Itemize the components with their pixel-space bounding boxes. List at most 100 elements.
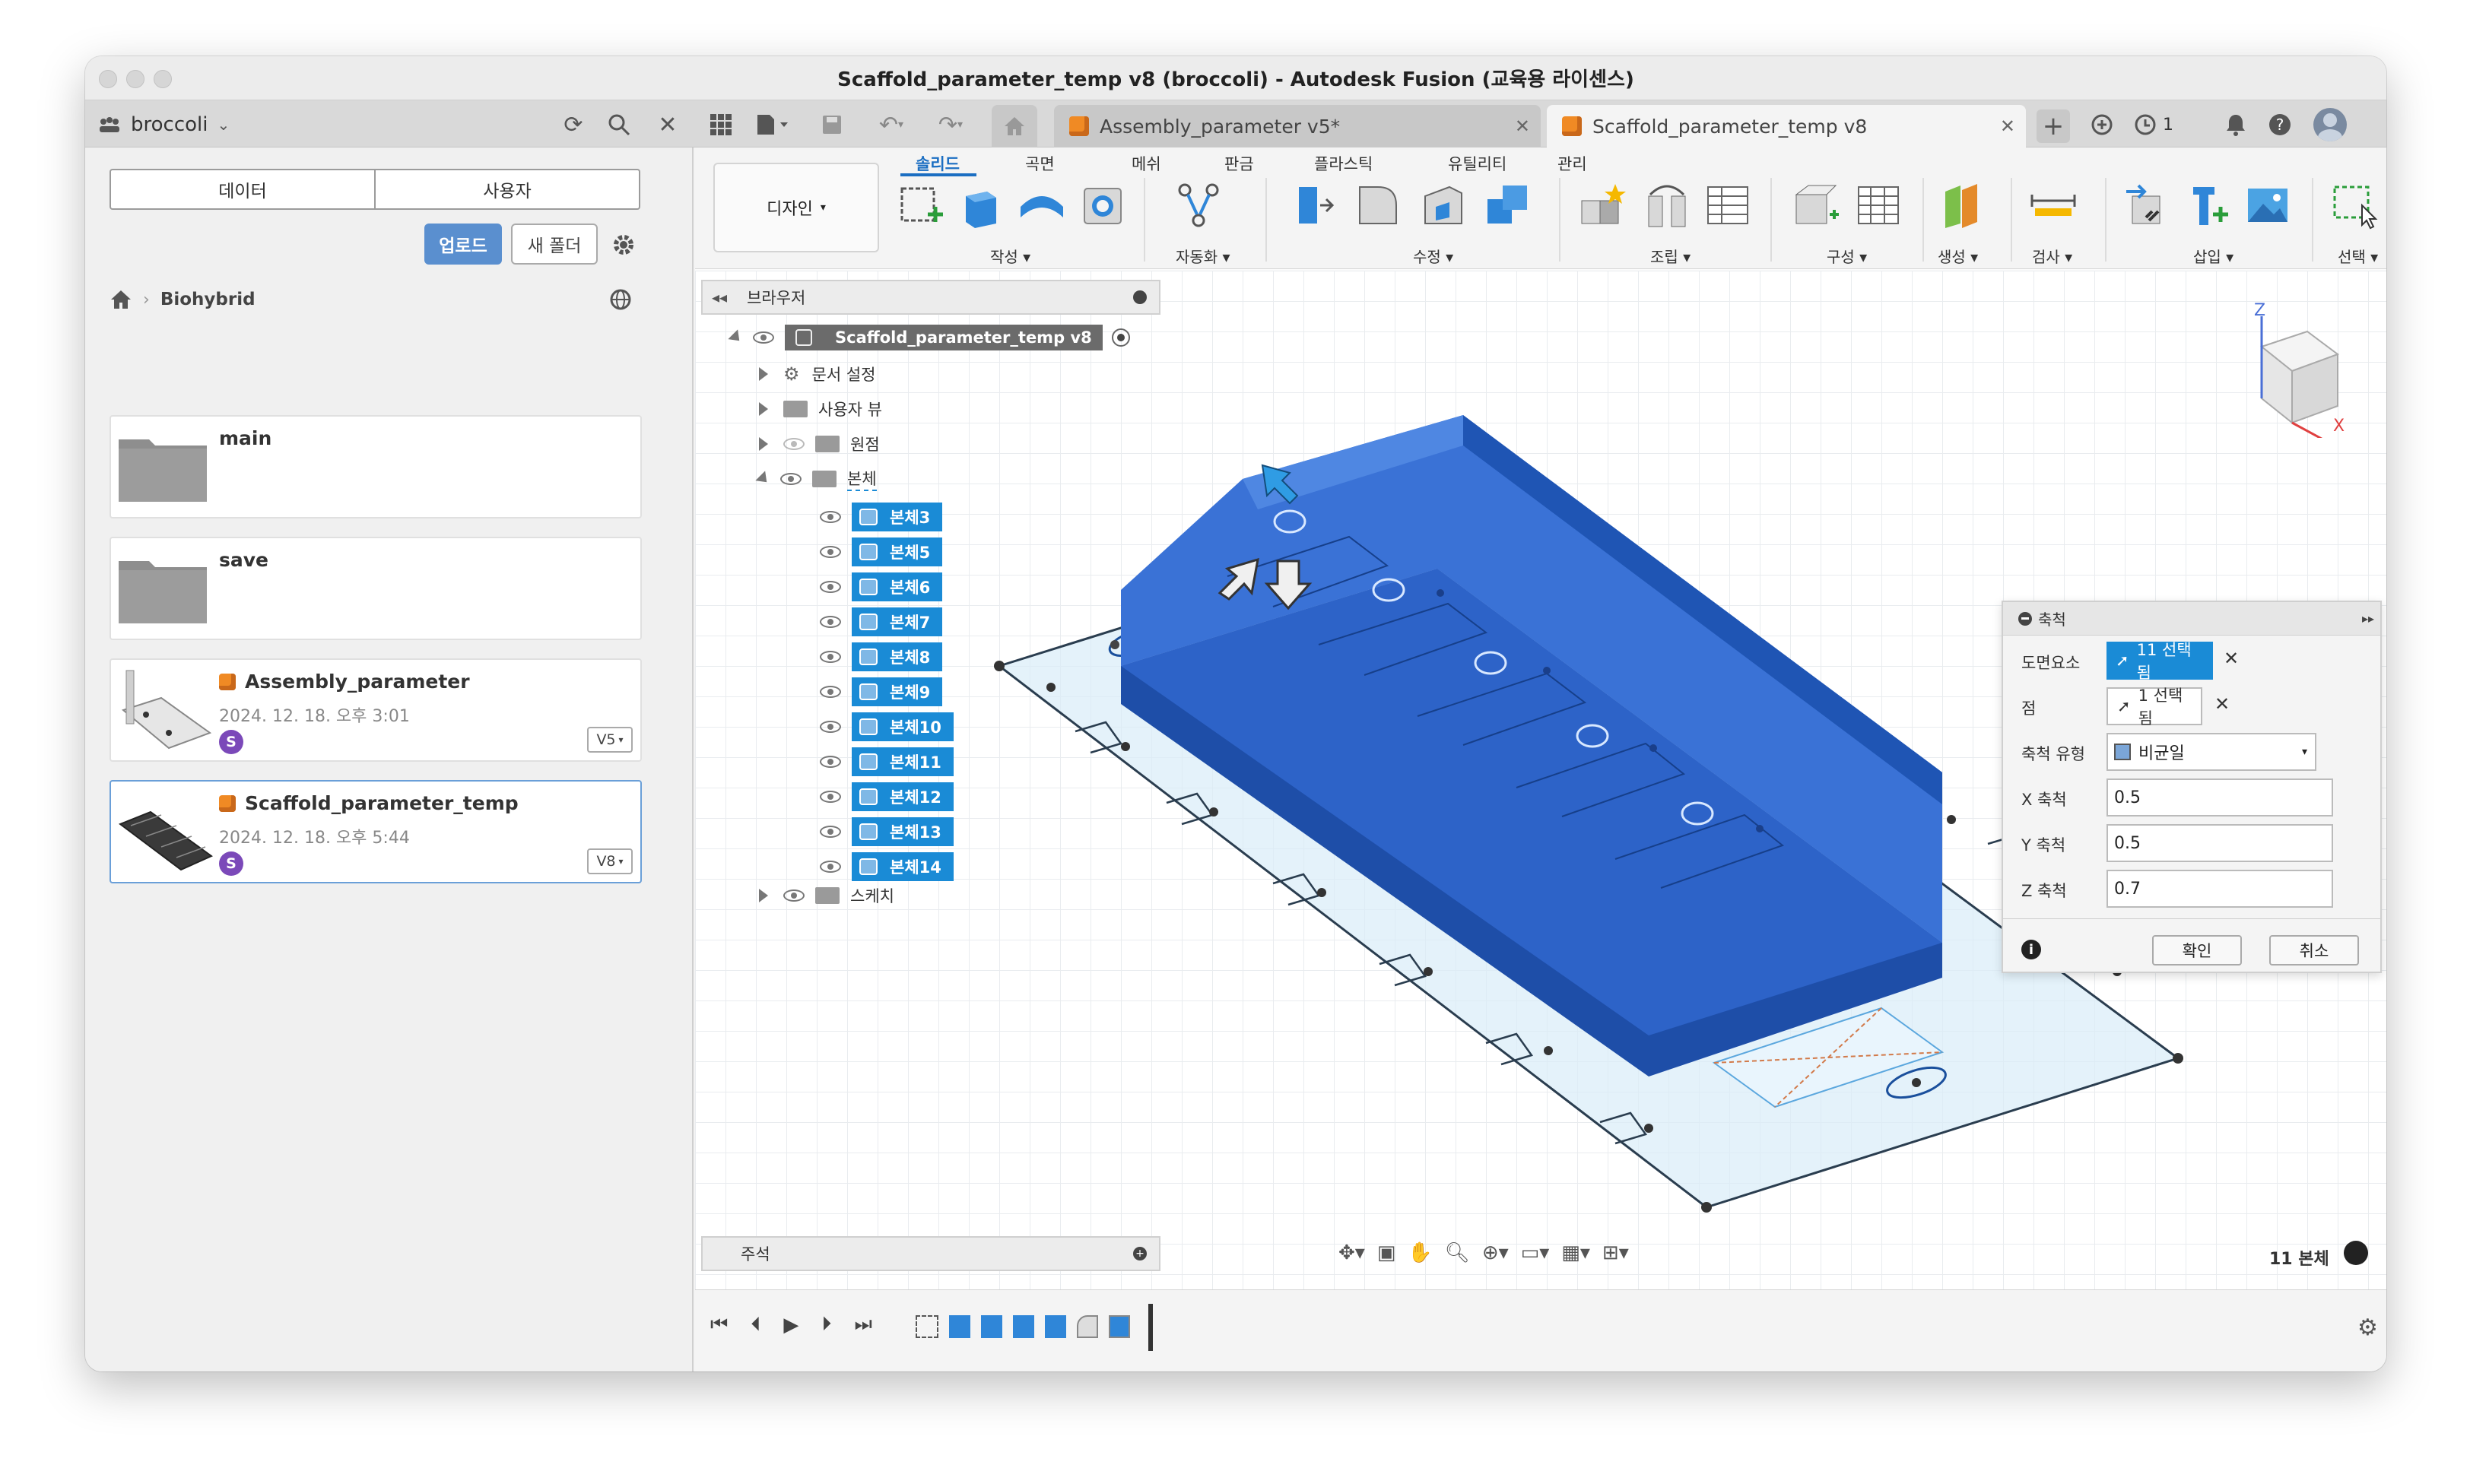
search-icon[interactable]	[602, 108, 636, 141]
file-card-assembly[interactable]: Assembly_parameter 2024. 12. 18. 오후 3:01…	[110, 658, 642, 762]
timeline-extrude-icon[interactable]	[1013, 1315, 1034, 1338]
look-at-icon[interactable]: ▣	[1377, 1241, 1396, 1264]
fit-icon[interactable]: ⊕▾	[1482, 1241, 1509, 1264]
visibility-eye-icon[interactable]	[820, 791, 841, 803]
visibility-eye-icon[interactable]	[820, 616, 841, 628]
bell-icon[interactable]	[2219, 108, 2253, 141]
expand-dialog-icon[interactable]: ▸▸	[2362, 611, 2374, 626]
group-insert[interactable]: 삽입 ▾	[2193, 245, 2233, 267]
browser-node-bodies[interactable]: 본체	[755, 464, 877, 494]
doc-tab-assembly[interactable]: Assembly_parameter v5* ✕	[1054, 105, 1541, 147]
panel-pin-icon[interactable]	[1133, 290, 1147, 304]
browser-body-item[interactable]: 본체8	[820, 642, 943, 672]
x-scale-input[interactable]: 0.5	[2106, 778, 2333, 817]
group-construct[interactable]: 구성 ▾	[1827, 245, 1867, 267]
body-node[interactable]: 본체13	[852, 817, 954, 846]
home-icon[interactable]	[110, 289, 132, 310]
collapse-dialog-icon[interactable]	[2018, 611, 2032, 626]
browser-body-item[interactable]: 본체10	[820, 712, 954, 742]
visibility-eye-icon[interactable]	[783, 889, 805, 902]
visibility-eye-icon[interactable]	[780, 473, 802, 485]
body-node[interactable]: 본체3	[852, 503, 943, 531]
body-node[interactable]: 본체7	[852, 607, 943, 636]
chamfer-icon[interactable]	[1419, 181, 1468, 230]
gear-icon[interactable]	[607, 228, 640, 262]
step-forward-icon[interactable]: ⏵	[821, 1313, 831, 1337]
browser-body-item[interactable]: 본체5	[820, 537, 943, 567]
activate-radio-icon[interactable]	[1111, 328, 1130, 347]
tab-plastic[interactable]: 플라스틱	[1314, 152, 1373, 175]
body-node[interactable]: 본체14	[852, 852, 954, 881]
browser-body-item[interactable]: 본체7	[820, 607, 943, 637]
folder-card-save[interactable]: save	[110, 537, 642, 640]
tab-mesh[interactable]: 메쉬	[1132, 152, 1161, 175]
pan-hand-icon[interactable]: ✋	[1408, 1241, 1432, 1264]
combine-icon[interactable]	[1483, 181, 1532, 230]
browser-body-item[interactable]: 본체14	[820, 851, 954, 882]
select-icon[interactable]	[2330, 181, 2379, 230]
marker-icon[interactable]	[2344, 1241, 2368, 1265]
visibility-eye-icon[interactable]	[820, 756, 841, 768]
minimize-window-button[interactable]	[126, 70, 144, 88]
user-avatar[interactable]	[2313, 108, 2347, 141]
close-tab-icon[interactable]: ✕	[2000, 116, 2015, 137]
timeline-extrude-icon[interactable]	[981, 1315, 1002, 1338]
y-scale-input[interactable]: 0.5	[2106, 824, 2333, 862]
expand-triangle-icon[interactable]	[759, 402, 768, 416]
body-node[interactable]: 본체5	[852, 537, 943, 566]
upload-button[interactable]: 업로드	[424, 224, 502, 265]
extrude-icon[interactable]	[957, 181, 1005, 230]
cancel-button[interactable]: 취소	[2269, 935, 2359, 966]
browser-body-item[interactable]: 본체6	[820, 572, 943, 602]
help-icon[interactable]: ?	[2263, 108, 2297, 141]
comments-panel[interactable]: 주석 +	[701, 1236, 1160, 1271]
body-node[interactable]: 본체10	[852, 712, 954, 741]
refresh-icon[interactable]: ⟳	[557, 108, 590, 141]
go-to-end-icon[interactable]: ⏭	[854, 1313, 871, 1337]
visibility-eye-icon[interactable]	[820, 861, 841, 873]
scale-point[interactable]	[1110, 640, 1119, 649]
tab-data[interactable]: 데이터	[111, 170, 376, 208]
parameters-table-icon[interactable]	[1854, 181, 1903, 230]
body-node[interactable]: 본체8	[852, 642, 943, 671]
z-scale-input[interactable]: 0.7	[2106, 870, 2333, 908]
workspace-switcher[interactable]: 디자인 ▾	[713, 163, 879, 252]
add-comment-icon[interactable]: +	[1133, 1247, 1147, 1260]
group-select[interactable]: 선택 ▾	[2338, 245, 2378, 267]
timeline-extrude-icon[interactable]	[949, 1315, 970, 1338]
insert-derive-icon[interactable]	[2122, 181, 2170, 230]
clear-entities-icon[interactable]: ✕	[2224, 648, 2239, 669]
group-assemble[interactable]: 조립 ▾	[1650, 245, 1691, 267]
viewports-icon[interactable]: ⊞▾	[1602, 1241, 1629, 1264]
file-card-scaffold[interactable]: Scaffold_parameter_temp 2024. 12. 18. 오후…	[110, 780, 642, 883]
clear-point-icon[interactable]: ✕	[2214, 693, 2230, 715]
visibility-eye-icon[interactable]	[820, 511, 841, 523]
close-tab-icon[interactable]: ✕	[1515, 116, 1530, 137]
browser-body-item[interactable]: 본체13	[820, 817, 954, 847]
visibility-eye-icon[interactable]	[820, 581, 841, 593]
automate-icon[interactable]	[1174, 181, 1223, 230]
version-dropdown[interactable]: V5 ▾	[587, 727, 633, 753]
tab-manage[interactable]: 관리	[1557, 152, 1587, 175]
3d-viewport[interactable]: ◂◂ 브라우저 Scaffold_parameter_temp v8 ⚙ 문서 …	[695, 271, 2386, 1289]
browser-node-doc-settings[interactable]: ⚙ 문서 설정	[759, 359, 875, 389]
play-icon[interactable]: ▶	[783, 1314, 798, 1337]
revolve-icon[interactable]	[1018, 181, 1066, 230]
extensions-icon[interactable]	[2085, 108, 2119, 141]
browser-node-origin[interactable]: 원점	[759, 429, 880, 459]
step-back-icon[interactable]: ⏴	[751, 1313, 760, 1337]
close-panel-icon[interactable]: ✕	[651, 108, 684, 141]
browser-body-item[interactable]: 본체11	[820, 747, 954, 777]
visibility-eye-icon[interactable]	[820, 721, 841, 733]
insert-mesh-icon[interactable]	[2183, 181, 2231, 230]
hidden-eye-icon[interactable]	[783, 438, 805, 450]
new-tab-icon[interactable]: +	[2037, 109, 2070, 143]
press-pull-icon[interactable]	[1288, 181, 1337, 230]
root-component[interactable]: Scaffold_parameter_temp v8	[785, 325, 1103, 350]
zoom-icon[interactable]: 🔍︎	[1445, 1241, 1470, 1264]
generate-icon[interactable]	[1939, 181, 1988, 230]
globe-icon[interactable]	[604, 284, 637, 315]
orbit-icon[interactable]: ✥▾	[1338, 1241, 1365, 1264]
measure-icon[interactable]	[2029, 181, 2078, 230]
fillet-icon[interactable]	[1354, 181, 1402, 230]
